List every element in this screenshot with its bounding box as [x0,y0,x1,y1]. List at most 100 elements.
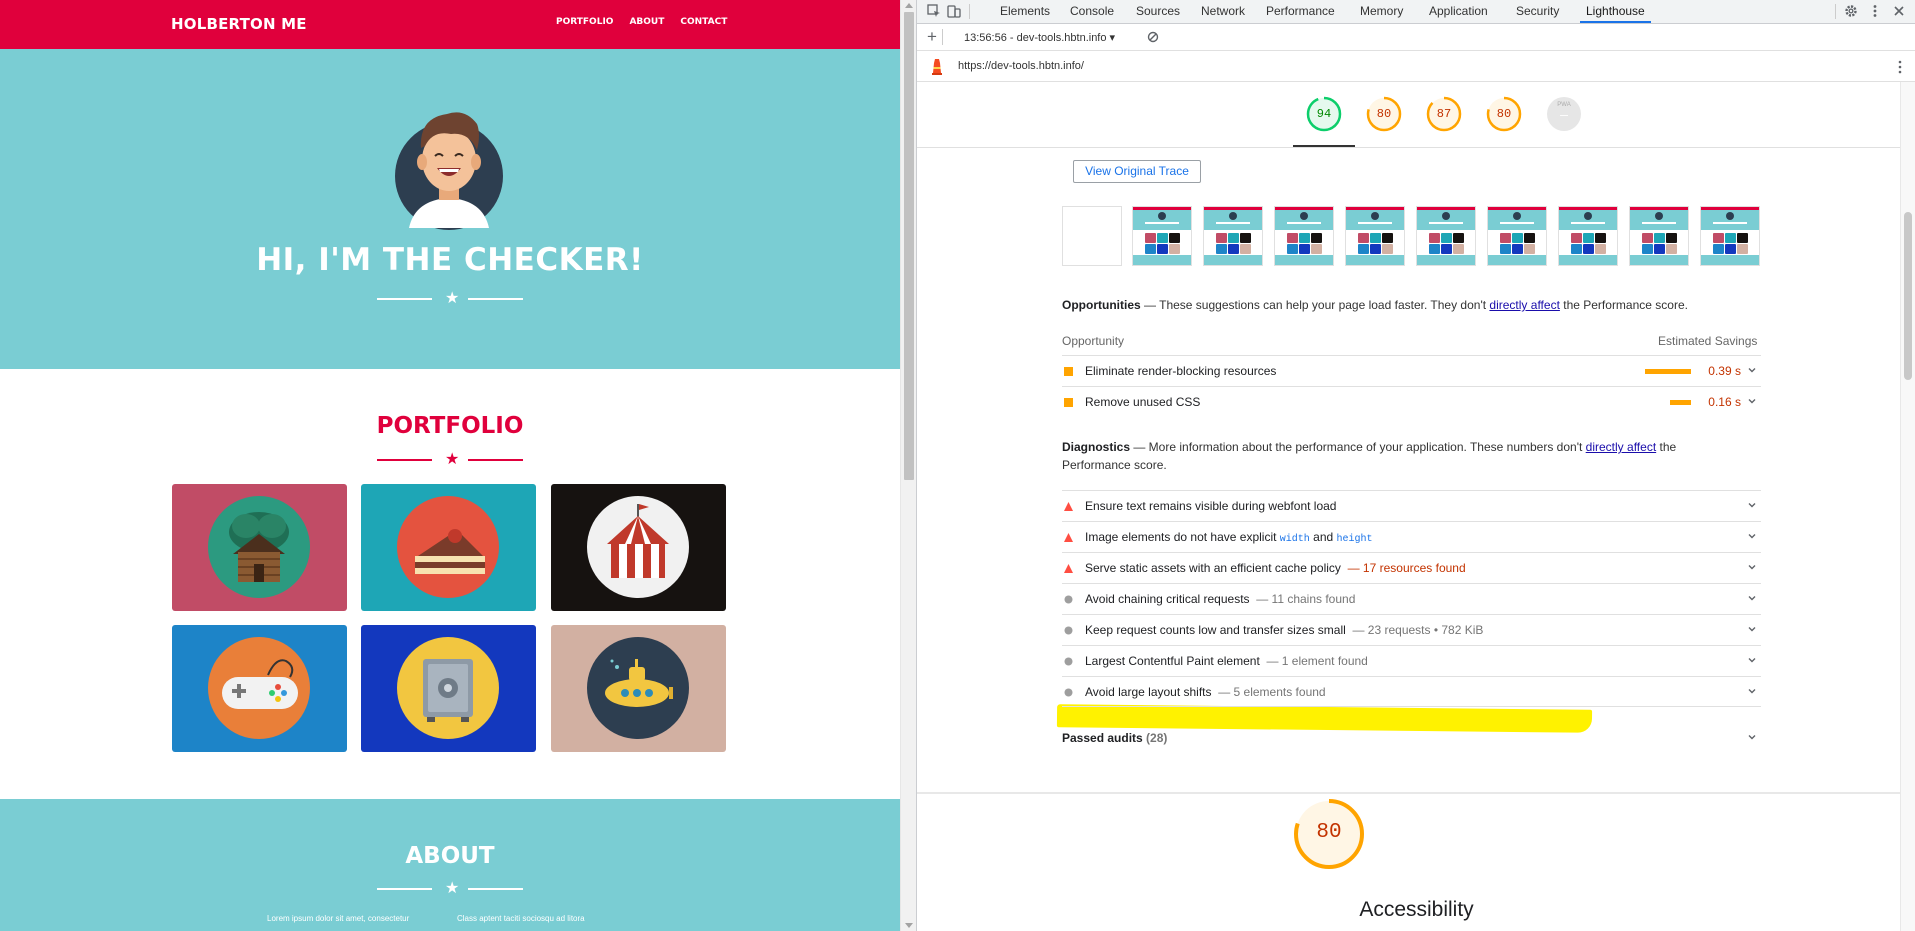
devtools-scrollbar[interactable] [1900,82,1915,931]
opportunity-title: Eliminate render-blocking resources [1085,364,1277,378]
filmstrip-frame [1345,206,1405,266]
hero-title: HI, I'M THE CHECKER! [256,242,644,278]
average-square-icon [1064,367,1073,376]
chevron-down-icon[interactable] [1747,531,1757,541]
diagnostic-row[interactable]: Avoid chaining critical requests — 11 ch… [1062,583,1761,614]
diagnostic-title: Keep request counts low and transfer siz… [1085,623,1484,637]
screen: HOLBERTON ME PORTFOLIO ABOUT CONTACT HI,… [0,0,1915,931]
chevron-down-icon[interactable] [1747,396,1757,406]
about-text-right: Class aptent taciti sociosqu ad litora [457,914,585,923]
gauge-seo[interactable]: 80 [1486,96,1522,132]
scroll-down-arrow-icon[interactable] [905,923,913,928]
devtools-tab-bar: Elements Console Sources Network Perform… [917,0,1915,24]
directly-affect-link[interactable]: directly affect [1489,298,1559,312]
report-url[interactable]: https://dev-tools.hbtn.info/ [958,60,1084,72]
diagnostic-row[interactable]: Ensure text remains visible during webfo… [1062,490,1761,521]
info-circle-icon [1064,595,1073,604]
diagnostics-header: Diagnostics — More information about the… [1062,438,1742,474]
inspect-element-icon[interactable] [927,4,941,18]
portfolio-tile-circus[interactable] [551,484,726,611]
chevron-down-icon[interactable] [1747,500,1757,510]
filmstrip-frame [1416,206,1476,266]
gauge-score: 80 [1496,107,1512,121]
portfolio-tile-cabin[interactable] [172,484,347,611]
diagnostic-row[interactable]: Image elements do not have explicit widt… [1062,521,1761,552]
website-scrollbar[interactable] [900,0,916,931]
diagnostic-row[interactable]: Keep request counts low and transfer siz… [1062,614,1761,645]
diagnostic-title: Serve static assets with an efficient ca… [1085,561,1466,575]
chevron-down-icon[interactable] [1747,624,1757,634]
hero-section: HI, I'M THE CHECKER! ★ [0,49,900,369]
about-section: ABOUT ★ Lorem ipsum dolor sit amet, cons… [0,799,900,931]
clear-block-icon[interactable] [1147,31,1159,43]
scroll-up-arrow-icon[interactable] [905,3,913,8]
circus-tent-icon [587,496,689,598]
diagnostic-row[interactable]: Serve static assets with an efficient ca… [1062,552,1761,583]
lighthouse-toolbar: + 13:56:56 - dev-tools.hbtn.info ▾ [917,24,1915,51]
tab-console[interactable]: Console [1070,0,1114,23]
diagnostic-row[interactable]: Avoid large layout shifts — 5 elements f… [1062,676,1761,707]
tab-sources[interactable]: Sources [1136,0,1180,23]
nav-link-portfolio[interactable]: PORTFOLIO [556,17,613,27]
gauge-performance[interactable]: 94 [1306,96,1342,132]
info-circle-icon [1064,626,1073,635]
gear-icon[interactable] [1844,4,1858,18]
safe-icon [397,637,499,739]
tab-network[interactable]: Network [1201,0,1245,23]
tab-elements[interactable]: Elements [1000,0,1050,23]
lighthouse-logo-icon [932,59,942,75]
diagnostic-row[interactable]: Largest Contentful Paint element — 1 ele… [1062,645,1761,676]
directly-affect-link[interactable]: directly affect [1586,440,1656,454]
estimated-savings-column-header: Estimated Savings [1658,334,1758,348]
filmstrip-frame [1558,206,1618,266]
chevron-down-icon[interactable] [1747,732,1757,742]
accessibility-score: 80 [1316,821,1342,844]
passed-audits-label: Passed audits (28) [1062,731,1168,745]
portfolio-title: PORTFOLIO [376,413,524,439]
portfolio-tile-submarine[interactable] [551,625,726,752]
passed-audits-row[interactable]: Passed audits (28) [1062,723,1761,754]
tab-security[interactable]: Security [1516,0,1559,23]
chevron-down-icon[interactable] [1747,365,1757,375]
opportunity-row[interactable]: Remove unused CSS 0.16 s [1062,386,1761,417]
portfolio-star-divider: ★ [377,452,523,468]
portfolio-tile-cake[interactable] [361,484,536,611]
close-icon[interactable] [1892,4,1906,18]
site-nav-links: PORTFOLIO ABOUT CONTACT [556,17,727,27]
gauge-score: 80 [1376,107,1392,121]
gauge-pwa[interactable]: — PWA [1546,96,1582,132]
chevron-down-icon[interactable] [1747,593,1757,603]
view-original-trace-button[interactable]: View Original Trace [1073,160,1201,183]
tab-performance[interactable]: Performance [1266,0,1335,23]
report-selector[interactable]: 13:56:56 - dev-tools.hbtn.info ▾ [964,31,1115,44]
gauge-best-practices[interactable]: 87 [1426,96,1462,132]
filmstrip-frame [1487,206,1547,266]
chevron-down-icon[interactable] [1747,562,1757,572]
tab-application[interactable]: Application [1429,0,1488,23]
score-gauges: 94 80 87 80 — PWA [917,82,1915,148]
cabin-icon [208,496,310,598]
nav-link-about[interactable]: ABOUT [629,17,664,27]
opportunity-row[interactable]: Eliminate render-blocking resources 0.39… [1062,355,1761,386]
star-icon: ★ [445,290,460,307]
star-icon: ★ [445,451,460,468]
active-gauge-underline [1293,145,1355,147]
tab-lighthouse[interactable]: Lighthouse [1580,0,1651,23]
chevron-down-icon[interactable] [1747,655,1757,665]
scrollbar-thumb[interactable] [1904,212,1912,380]
portfolio-tile-game[interactable] [172,625,347,752]
tab-memory[interactable]: Memory [1360,0,1403,23]
chevron-down-icon[interactable] [1747,686,1757,696]
nav-link-contact[interactable]: CONTACT [680,17,727,27]
url-bar-kebab-icon[interactable] [1897,60,1903,74]
opportunities-title: Opportunities [1062,298,1141,312]
gauge-accessibility[interactable]: 80 [1366,96,1402,132]
portfolio-tile-safe[interactable] [361,625,536,752]
section-divider [917,792,1901,794]
about-star-divider: ★ [377,881,523,897]
new-report-plus-icon[interactable]: + [927,27,937,47]
scrollbar-thumb[interactable] [904,12,914,480]
site-brand[interactable]: HOLBERTON ME [171,15,307,33]
device-toolbar-icon[interactable] [947,4,961,18]
kebab-menu-icon[interactable] [1868,4,1882,18]
